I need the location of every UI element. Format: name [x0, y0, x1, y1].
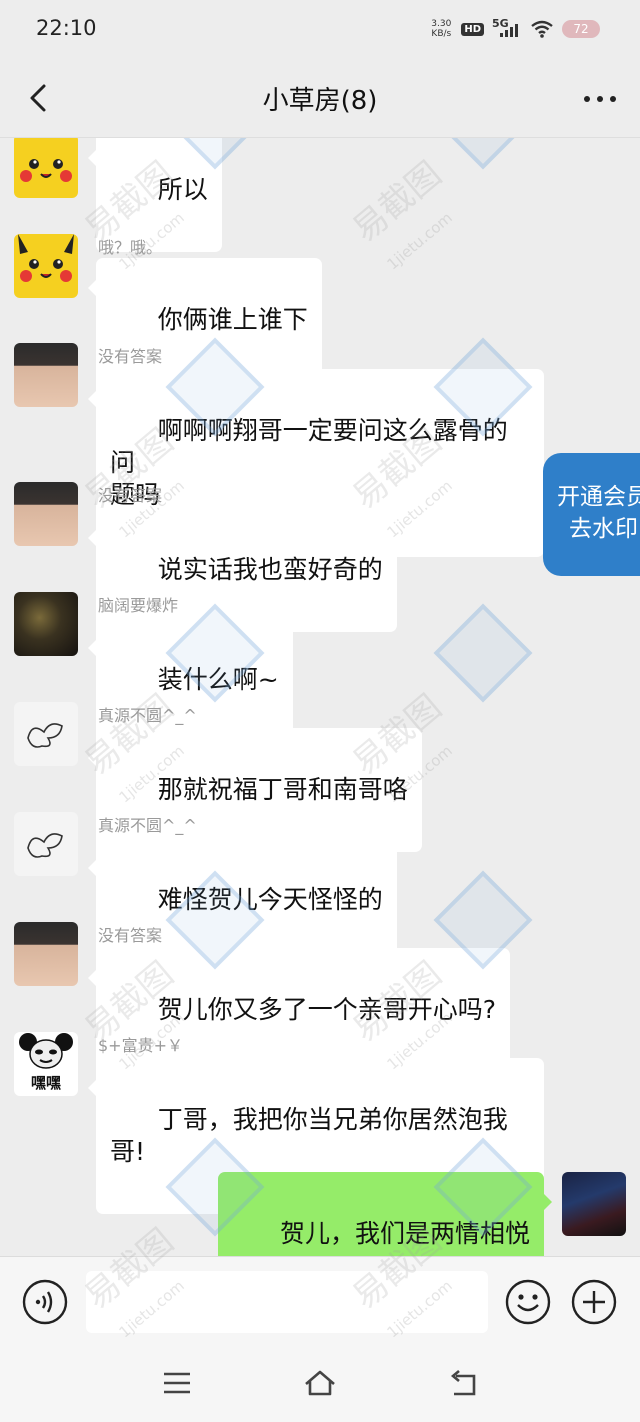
sender-name: 没有答案	[98, 926, 163, 945]
sender-name: 脑阔要爆炸	[98, 596, 179, 615]
pikachu-avatar[interactable]	[14, 138, 78, 198]
plus-icon[interactable]	[571, 1279, 617, 1325]
boy-avatar[interactable]	[14, 482, 78, 546]
message-bubble[interactable]: 贺儿，我们是两情相悦	[218, 1172, 552, 1256]
chat-header: 小草房(8)	[0, 58, 640, 138]
sender-name: 真源不圆^_^	[98, 706, 197, 725]
message-input[interactable]	[86, 1271, 488, 1333]
menu-icon[interactable]	[160, 1368, 194, 1398]
message-text: 啊啊啊翔哥一定要问这么露骨的问 题吗	[110, 416, 508, 509]
return-icon[interactable]	[446, 1368, 480, 1398]
voice-icon[interactable]	[22, 1279, 68, 1325]
message-text: 贺儿你又多了一个亲哥开心吗?	[157, 995, 496, 1024]
chat-title: 小草房(8)	[262, 86, 378, 116]
status-bar: 22:10 3.30 KB/s HD 5G 72	[0, 0, 640, 58]
boy-avatar[interactable]	[14, 922, 78, 986]
dark-avatar[interactable]	[14, 592, 78, 656]
input-bar	[0, 1256, 640, 1346]
sender-name: 哦？哦。	[98, 238, 163, 257]
battery-level: 72	[573, 22, 589, 36]
message-text: 你俩谁上谁下	[157, 305, 308, 334]
net-speed-value: 3.30	[431, 19, 452, 29]
vip-line-1: 开通会员	[557, 484, 640, 510]
emoji-icon[interactable]	[505, 1279, 551, 1325]
message-text: 难怪贺儿今天怪怪的	[157, 885, 383, 914]
sender-name: $+富贵+￥	[98, 1036, 183, 1055]
boy-avatar[interactable]	[14, 343, 78, 407]
avatar-caption: 嘿嘿	[30, 1074, 61, 1092]
status-time: 22:10	[36, 16, 97, 40]
message-text: 装什么啊~	[157, 665, 279, 694]
home-icon[interactable]	[303, 1368, 337, 1398]
sender-name: 没有答案	[98, 347, 163, 366]
self-avatar[interactable]	[562, 1172, 626, 1236]
message-text: 丁哥，我把你当兄弟你居然泡我 哥!	[110, 1105, 508, 1166]
message-text: 那就祝福丁哥和南哥咯	[157, 775, 408, 804]
net-speed-unit: KB/s	[431, 29, 452, 39]
sketch-avatar[interactable]	[14, 812, 78, 876]
battery-icon: 72	[562, 20, 600, 38]
message-list[interactable]: 所以 哦？哦。 你俩谁上谁下 没有答案 啊啊啊翔哥一定要问这么露骨的问 题吗 没…	[0, 138, 640, 1256]
system-nav-bar	[0, 1346, 640, 1422]
signal-icon: 5G	[492, 17, 522, 39]
pikachu-avatar[interactable]	[14, 234, 78, 298]
message-text: 贺儿，我们是两情相悦	[279, 1219, 530, 1248]
sender-name: 没有答案	[98, 486, 163, 505]
net-speed: 3.30 KB/s	[429, 19, 453, 39]
wifi-icon	[531, 20, 553, 38]
sketch-avatar[interactable]	[14, 702, 78, 766]
vip-upgrade-tab[interactable]: 开通会员 去水印	[543, 453, 640, 576]
panda-meme-avatar[interactable]: 嘿嘿	[14, 1032, 78, 1096]
vip-line-2: 去水印	[569, 516, 638, 542]
sender-name: 真源不圆^_^	[98, 816, 197, 835]
hd-icon: HD	[461, 22, 484, 36]
message-text: 说实话我也蛮好奇的	[157, 555, 383, 584]
message-text: 所以	[157, 175, 208, 204]
more-icon[interactable]	[580, 84, 620, 114]
status-icons: 3.30 KB/s HD 5G 72	[429, 17, 600, 40]
